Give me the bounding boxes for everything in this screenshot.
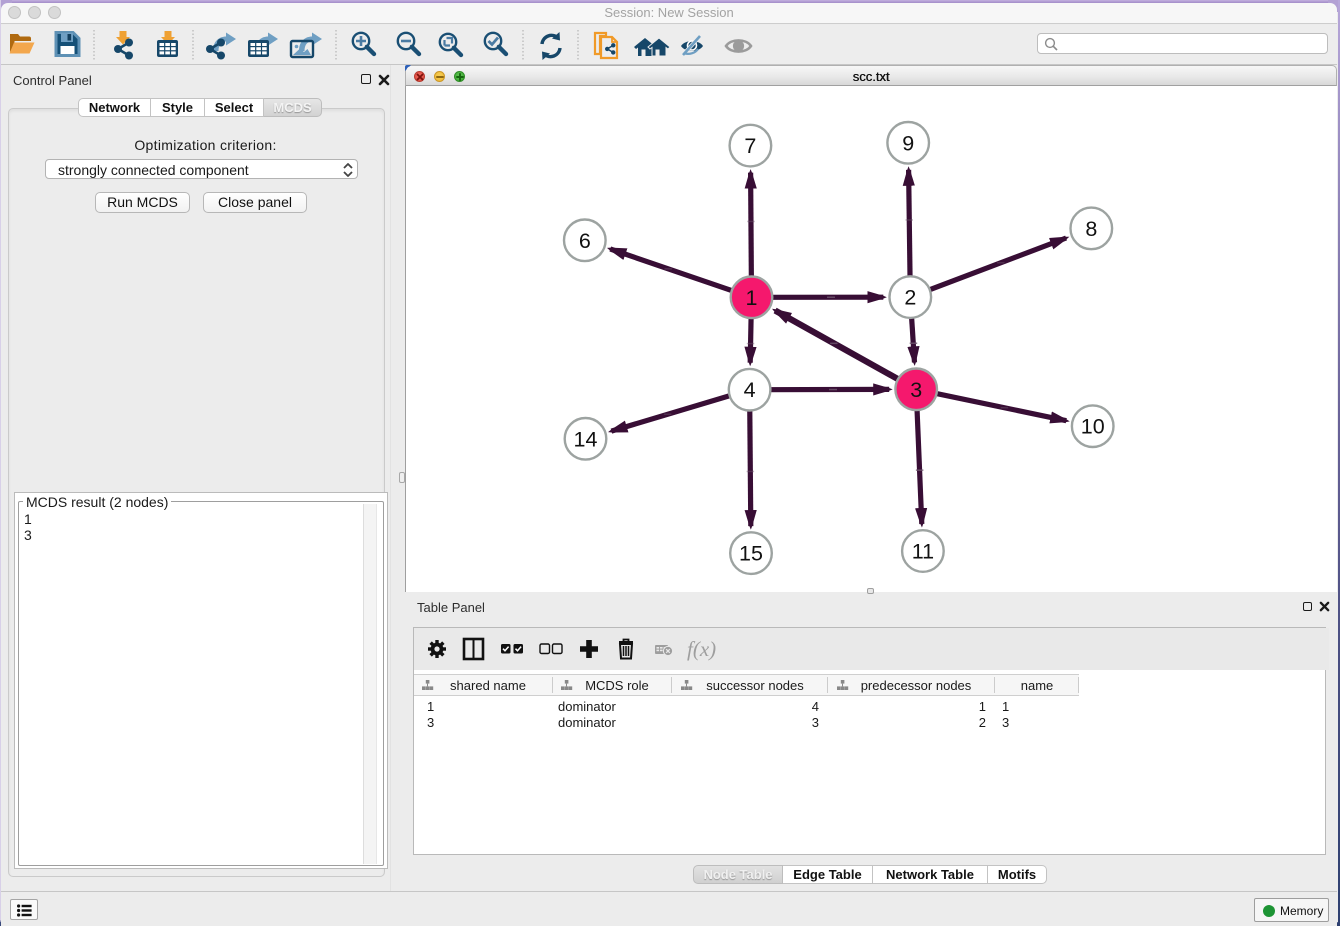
svg-text:9: 9 (902, 131, 914, 155)
svg-text:14: 14 (574, 427, 598, 451)
svg-text:1: 1 (746, 286, 758, 310)
svg-text:f(x): f(x) (687, 637, 716, 661)
svg-text:2: 2 (904, 286, 916, 310)
svg-text:11: 11 (912, 540, 934, 564)
svg-text:4: 4 (744, 378, 756, 402)
svg-text:8: 8 (1085, 217, 1097, 241)
svg-text:3: 3 (910, 378, 922, 402)
svg-text:15: 15 (739, 542, 763, 566)
svg-text:6: 6 (579, 229, 591, 253)
svg-text:7: 7 (744, 134, 756, 158)
svg-text:10: 10 (1081, 415, 1105, 439)
